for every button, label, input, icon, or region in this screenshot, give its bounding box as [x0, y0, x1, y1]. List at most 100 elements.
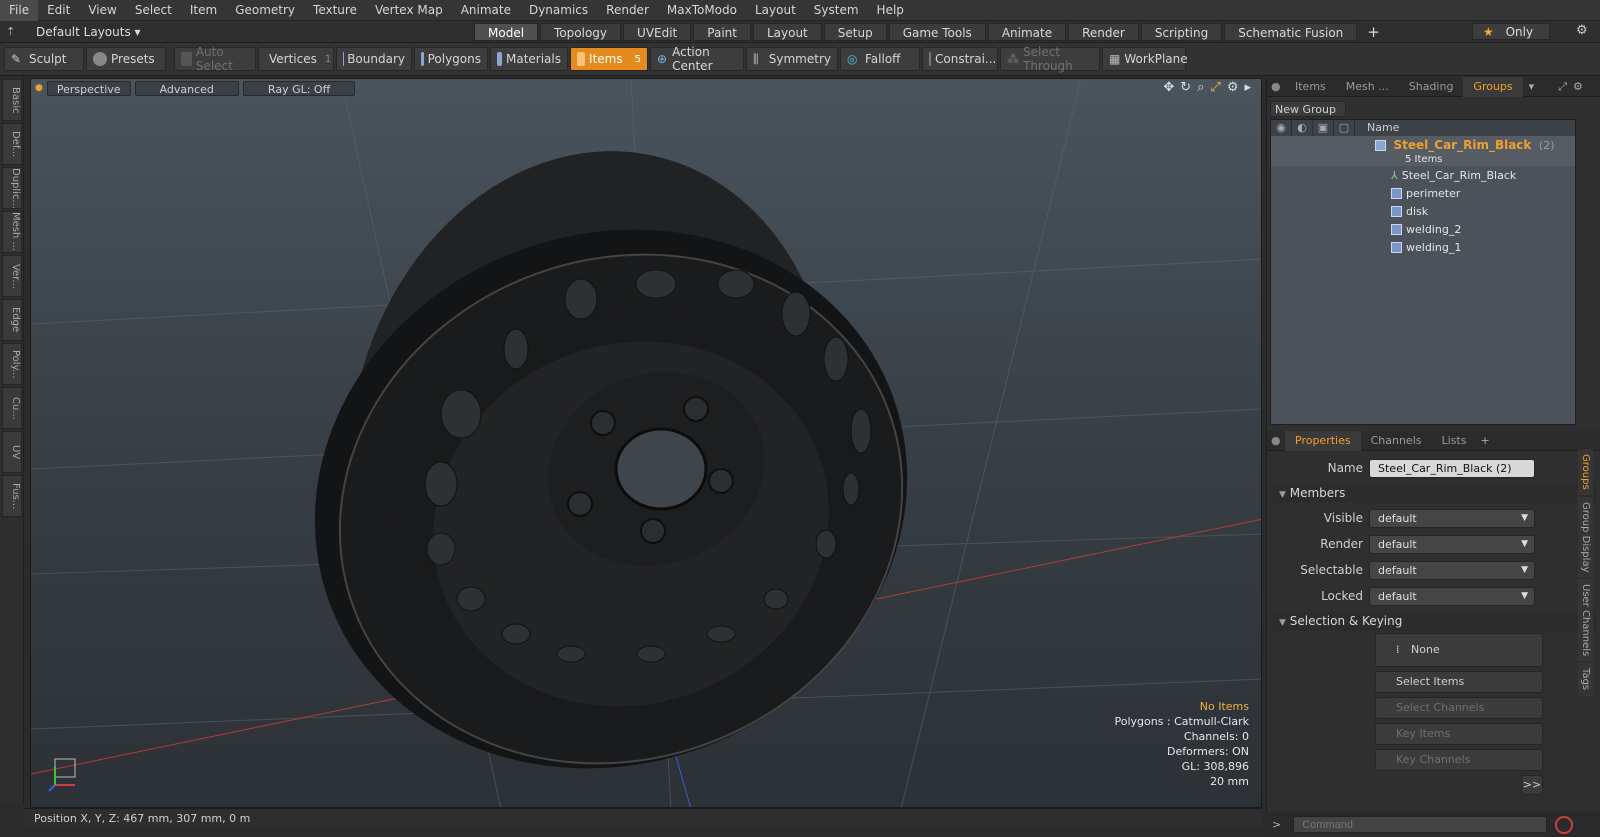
workplane-button[interactable]: ▦ WorkPlane — [1102, 47, 1188, 71]
select-icon[interactable]: ▣ — [1313, 120, 1334, 136]
tab-scripting[interactable]: Scripting — [1140, 22, 1223, 41]
items-button[interactable]: Items 5 — [570, 47, 648, 71]
fit-icon[interactable]: ⤢ — [1210, 80, 1220, 95]
menu-view[interactable]: View — [79, 0, 125, 21]
group-row[interactable]: Steel_Car_Rim_Black (2) 5 Items — [1271, 136, 1575, 166]
polygons-button[interactable]: Polygons — [414, 47, 488, 71]
none-button[interactable]: ⁞ None — [1375, 633, 1543, 667]
view-perspective-tab[interactable]: Perspective — [46, 80, 131, 96]
tab-shading[interactable]: Shading — [1399, 77, 1464, 97]
tab-paint[interactable]: Paint — [693, 22, 751, 41]
gear-icon[interactable]: ⚙ — [1576, 23, 1588, 38]
menu-help[interactable]: Help — [868, 0, 913, 21]
render-icon[interactable]: ◐ — [1292, 120, 1313, 136]
menu-item[interactable]: Item — [181, 0, 226, 21]
more-button[interactable]: >> — [1521, 775, 1543, 795]
left-tab-polygon[interactable]: Poly... — [2, 343, 22, 385]
new-group-button[interactable]: New Group — [1270, 101, 1346, 117]
left-tab-fusion[interactable]: Fus... — [2, 475, 22, 517]
only-toggle[interactable]: ★ Only — [1472, 23, 1550, 40]
menu-select[interactable]: Select — [126, 0, 181, 21]
command-input[interactable] — [1293, 816, 1548, 833]
left-tab-mesh[interactable]: Mesh ... — [2, 211, 22, 253]
left-tab-duplicate[interactable]: Duplic... — [2, 167, 22, 209]
locked-dropdown[interactable]: default ▼ — [1369, 586, 1535, 606]
tab-items[interactable]: Items — [1285, 77, 1336, 97]
list-item[interactable]: welding_2 — [1271, 220, 1575, 238]
menu-animate[interactable]: Animate — [452, 0, 520, 21]
boundary-button[interactable]: Boundary — [336, 47, 412, 71]
menu-file[interactable]: File — [0, 0, 39, 21]
menu-geometry[interactable]: Geometry — [226, 0, 304, 21]
tab-game-tools[interactable]: Game Tools — [888, 22, 986, 41]
layouts-dropdown[interactable]: Default Layouts ▾ — [36, 25, 146, 39]
menu-vertex-map[interactable]: Vertex Map — [366, 0, 452, 21]
menu-layout[interactable]: Layout — [746, 0, 805, 21]
list-item[interactable]: ⅄ Steel_Car_Rim_Black — [1271, 166, 1575, 184]
zoom-icon[interactable]: ⌕ — [1197, 80, 1204, 95]
render-dropdown[interactable]: default ▼ — [1369, 534, 1535, 554]
visible-dropdown[interactable]: default ▼ — [1369, 508, 1535, 528]
side-tab-tags[interactable]: Tags — [1578, 663, 1593, 696]
left-tab-edge[interactable]: Edge — [2, 299, 22, 341]
key-items-button[interactable]: Key Items — [1375, 723, 1543, 745]
select-through-button[interactable]: ⁂ Select Through — [1000, 45, 1100, 73]
tab-render[interactable]: Render — [1068, 22, 1139, 41]
side-tab-group-display[interactable]: Group Display — [1578, 496, 1593, 578]
tab-channels[interactable]: Channels — [1361, 431, 1432, 451]
selectable-dropdown[interactable]: default ▼ — [1369, 560, 1535, 580]
constraints-button[interactable]: Constrai... — [922, 47, 998, 71]
menu-texture[interactable]: Texture — [304, 0, 366, 21]
left-tab-basic[interactable]: Basic — [2, 79, 22, 121]
menu-edit[interactable]: Edit — [38, 0, 79, 21]
materials-button[interactable]: Materials — [490, 47, 568, 71]
list-item[interactable]: perimeter — [1271, 184, 1575, 202]
vertices-button[interactable]: Vertices 1 — [258, 47, 334, 71]
record-icon[interactable] — [1555, 815, 1574, 834]
viewport-dot-icon[interactable]: ● — [35, 83, 43, 93]
wheel-rim-model[interactable] — [238, 106, 983, 808]
visibility-eye-icon[interactable]: ◉ — [1271, 120, 1292, 136]
tab-uvedit[interactable]: UVEdit — [623, 22, 692, 41]
list-item[interactable]: disk — [1271, 202, 1575, 220]
tab-dropdown-icon[interactable]: ▾ — [1529, 80, 1535, 93]
panel-expand-icon[interactable]: ⤢ — [1558, 80, 1567, 94]
panel-settings-icon[interactable]: ⚙ — [1573, 80, 1583, 93]
tab-mesh[interactable]: Mesh ... — [1336, 77, 1399, 97]
tab-lists[interactable]: Lists — [1432, 431, 1477, 451]
tab-model[interactable]: Model — [474, 22, 539, 41]
view-advanced-tab[interactable]: Advanced — [134, 80, 239, 96]
menu-system[interactable]: System — [805, 0, 868, 21]
presets-button[interactable]: Presets — [86, 47, 166, 71]
layout-up-icon[interactable]: ⇡ — [6, 25, 18, 38]
name-field[interactable]: Steel_Car_Rim_Black (2) — [1369, 458, 1535, 478]
falloff-button[interactable]: ◎ Falloff — [840, 47, 920, 71]
tab-schematic-fusion[interactable]: Schematic Fusion — [1224, 22, 1358, 41]
symmetry-button[interactable]: ⫼ Symmetry — [746, 47, 838, 71]
list-item[interactable]: welding_1 — [1271, 238, 1575, 256]
menu-render[interactable]: Render — [597, 0, 658, 21]
add-tab-icon[interactable]: + — [1367, 23, 1380, 41]
lock-icon[interactable]: ▢ — [1334, 120, 1355, 136]
viewport-expand-icon[interactable]: ▸ — [1244, 80, 1251, 95]
select-items-button[interactable]: Select Items — [1375, 671, 1543, 693]
tab-groups[interactable]: Groups — [1463, 76, 1523, 97]
side-tab-groups[interactable]: Groups — [1578, 449, 1593, 495]
tab-animate[interactable]: Animate — [987, 22, 1067, 41]
sculpt-button[interactable]: ✎ Sculpt — [4, 47, 84, 71]
3d-viewport[interactable]: ● Perspective Advanced Ray GL: Off ✥ ↻ ⌕… — [30, 78, 1262, 808]
action-center-button[interactable]: ⊕ Action Center — [650, 45, 744, 73]
left-tab-deform[interactable]: Def... — [2, 123, 22, 165]
selection-keying-section[interactable]: ▼ Selection & Keying — [1271, 611, 1597, 631]
tab-setup[interactable]: Setup — [823, 22, 887, 41]
tab-layout[interactable]: Layout — [752, 22, 822, 41]
tab-properties[interactable]: Properties — [1285, 430, 1361, 451]
ray-gl-tab[interactable]: Ray GL: Off — [242, 80, 356, 96]
rotate-icon[interactable]: ↻ — [1180, 80, 1191, 95]
menu-maxtomodo[interactable]: MaxToModo — [658, 0, 746, 21]
select-channels-button[interactable]: Select Channels — [1375, 697, 1543, 719]
members-section[interactable]: ▼ Members — [1271, 483, 1597, 503]
pan-icon[interactable]: ✥ — [1163, 80, 1174, 95]
left-tab-vertex[interactable]: Ver... — [2, 255, 22, 297]
menu-dynamics[interactable]: Dynamics — [520, 0, 597, 21]
